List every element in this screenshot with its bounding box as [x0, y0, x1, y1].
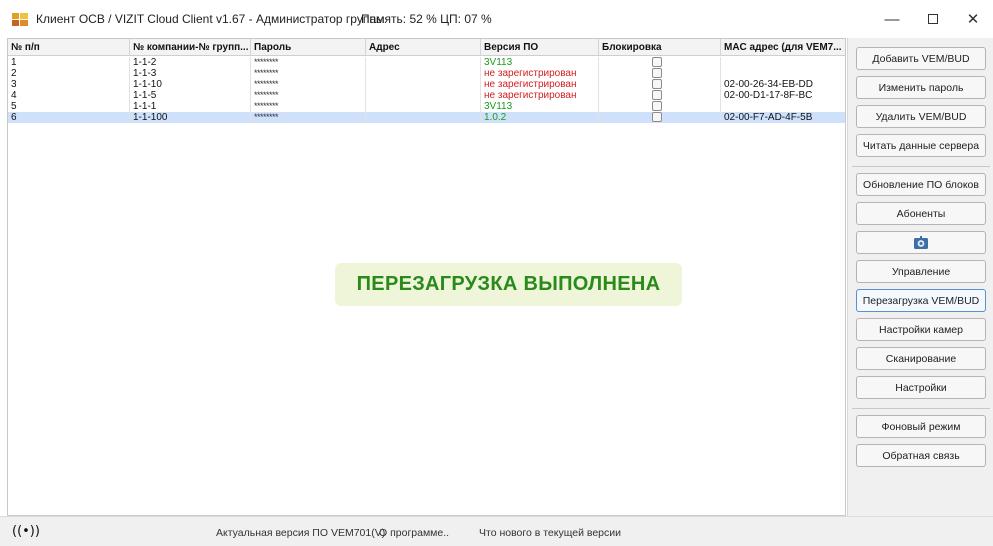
- cell-blocked: [599, 101, 721, 112]
- cell-company: 1-1-10: [130, 79, 251, 90]
- cell-address: [366, 101, 481, 112]
- add-device-button[interactable]: Добавить VEM/BUD: [856, 47, 986, 70]
- minimize-button[interactable]: —: [872, 6, 912, 32]
- cell-n: 2: [8, 68, 130, 79]
- table-header: № п/п № компании-№ групп... Пароль Адрес…: [8, 39, 845, 56]
- blocked-checkbox[interactable]: [652, 101, 662, 111]
- subscribers-button[interactable]: Абоненты: [856, 202, 986, 225]
- scanning-button[interactable]: Сканирование: [856, 347, 986, 370]
- cell-version: не зарегистрирован: [481, 79, 599, 90]
- divider: [852, 166, 990, 167]
- camera-settings-button[interactable]: Настройки камер: [856, 318, 986, 341]
- blocked-checkbox[interactable]: [652, 68, 662, 78]
- cell-password: ********: [251, 101, 366, 112]
- column-header-password[interactable]: Пароль: [251, 39, 366, 56]
- cell-blocked: [599, 79, 721, 90]
- table-row[interactable]: 2 1-1-3 ******** не зарегистрирован: [8, 68, 845, 79]
- column-header-address[interactable]: Адрес: [366, 39, 481, 56]
- cell-n: 3: [8, 79, 130, 90]
- cell-address: [366, 57, 481, 68]
- settings-gear-button[interactable]: [856, 231, 986, 254]
- cell-company: 1-1-3: [130, 68, 251, 79]
- cell-password: ********: [251, 112, 366, 123]
- actions-panel: Добавить VEM/BUD Изменить пароль Удалить…: [847, 38, 993, 516]
- status-bar: ((•)) Актуальная версия ПО VEM701(V) О п…: [0, 516, 993, 546]
- whats-new-link[interactable]: Что нового в текущей версии: [479, 527, 621, 539]
- cell-company: 1-1-1: [130, 101, 251, 112]
- cell-mac: [721, 57, 845, 68]
- connection-status-icon: ((•)): [12, 524, 40, 539]
- table-row[interactable]: 1 1-1-2 ******** 3V113: [8, 57, 845, 68]
- divider: [852, 408, 990, 409]
- cell-company: 1-1-100: [130, 112, 251, 123]
- cell-address: [366, 68, 481, 79]
- column-header-blocked[interactable]: Блокировка: [599, 39, 721, 56]
- cell-n: 1: [8, 57, 130, 68]
- resource-usage: Память: 52 % ЦП: 07 %: [361, 12, 492, 26]
- app-logo-icon: [12, 13, 28, 26]
- cell-mac: 02-00-F7-AD-4F-5B: [721, 112, 845, 123]
- cell-blocked: [599, 57, 721, 68]
- column-header-version[interactable]: Версия ПО: [481, 39, 599, 56]
- blocked-checkbox[interactable]: [652, 57, 662, 67]
- cell-company: 1-1-2: [130, 57, 251, 68]
- gear-icon: [914, 235, 928, 249]
- reboot-complete-message: ПЕРЕЗАГРУЗКА ВЫПОЛНЕНА: [335, 263, 682, 306]
- maximize-icon: [928, 14, 938, 24]
- cell-n: 4: [8, 90, 130, 101]
- about-link[interactable]: О программе..: [379, 527, 449, 539]
- blocked-checkbox[interactable]: [652, 90, 662, 100]
- blocked-checkbox[interactable]: [652, 79, 662, 89]
- devices-table[interactable]: № п/п № компании-№ групп... Пароль Адрес…: [7, 38, 846, 516]
- cell-address: [366, 112, 481, 123]
- firmware-update-button[interactable]: Обновление ПО блоков: [856, 173, 986, 196]
- cell-n: 6: [8, 112, 130, 123]
- feedback-button[interactable]: Обратная связь: [856, 444, 986, 467]
- blocked-checkbox[interactable]: [652, 112, 662, 122]
- settings-button[interactable]: Настройки: [856, 376, 986, 399]
- cell-blocked: [599, 90, 721, 101]
- cell-password: ********: [251, 90, 366, 101]
- cell-mac: 02-00-D1-17-8F-BC: [721, 90, 845, 101]
- cell-password: ********: [251, 68, 366, 79]
- column-header-number[interactable]: № п/п: [8, 39, 130, 56]
- read-server-data-button[interactable]: Читать данные сервера: [856, 134, 986, 157]
- table-row[interactable]: 5 1-1-1 ******** 3V113: [8, 101, 845, 112]
- cell-mac: [721, 68, 845, 79]
- cell-address: [366, 79, 481, 90]
- window-title: Клиент ОСВ / VIZIT Cloud Client v1.67 - …: [36, 12, 385, 26]
- delete-device-button[interactable]: Удалить VEM/BUD: [856, 105, 986, 128]
- column-header-company[interactable]: № компании-№ групп...: [130, 39, 251, 56]
- background-mode-button[interactable]: Фоновый режим: [856, 415, 986, 438]
- column-header-mac[interactable]: MAC адрес (для VEM7...: [721, 39, 845, 56]
- cell-company: 1-1-5: [130, 90, 251, 101]
- cell-n: 5: [8, 101, 130, 112]
- current-version-link[interactable]: Актуальная версия ПО VEM701(V): [216, 527, 385, 539]
- table-row[interactable]: 4 1-1-5 ******** не зарегистрирован 02-00-D1…: [8, 90, 845, 101]
- maximize-button[interactable]: [913, 6, 953, 32]
- title-bar: Клиент ОСВ / VIZIT Cloud Client v1.67 - …: [0, 0, 993, 38]
- cell-version: 3V113: [481, 57, 599, 68]
- cell-version: 3V113: [481, 101, 599, 112]
- control-button[interactable]: Управление: [856, 260, 986, 283]
- cell-version: не зарегистрирован: [481, 68, 599, 79]
- cell-address: [366, 90, 481, 101]
- cell-mac: 02-00-26-34-EB-DD: [721, 79, 845, 90]
- table-row[interactable]: 3 1-1-10 ******** не зарегистрирован 02-00-2…: [8, 79, 845, 90]
- cell-mac: [721, 101, 845, 112]
- cell-blocked: [599, 68, 721, 79]
- cell-password: ********: [251, 79, 366, 90]
- close-button[interactable]: ✕: [953, 6, 993, 32]
- cell-version: не зарегистрирован: [481, 90, 599, 101]
- change-password-button[interactable]: Изменить пароль: [856, 76, 986, 99]
- cell-password: ********: [251, 57, 366, 68]
- cell-blocked: [599, 112, 721, 123]
- table-row[interactable]: 6 1-1-100 ******** 1.0.2 02-00-F7-AD-4F-5B: [8, 112, 845, 123]
- reboot-device-button[interactable]: Перезагрузка VEM/BUD: [856, 289, 986, 312]
- cell-version: 1.0.2: [481, 112, 599, 123]
